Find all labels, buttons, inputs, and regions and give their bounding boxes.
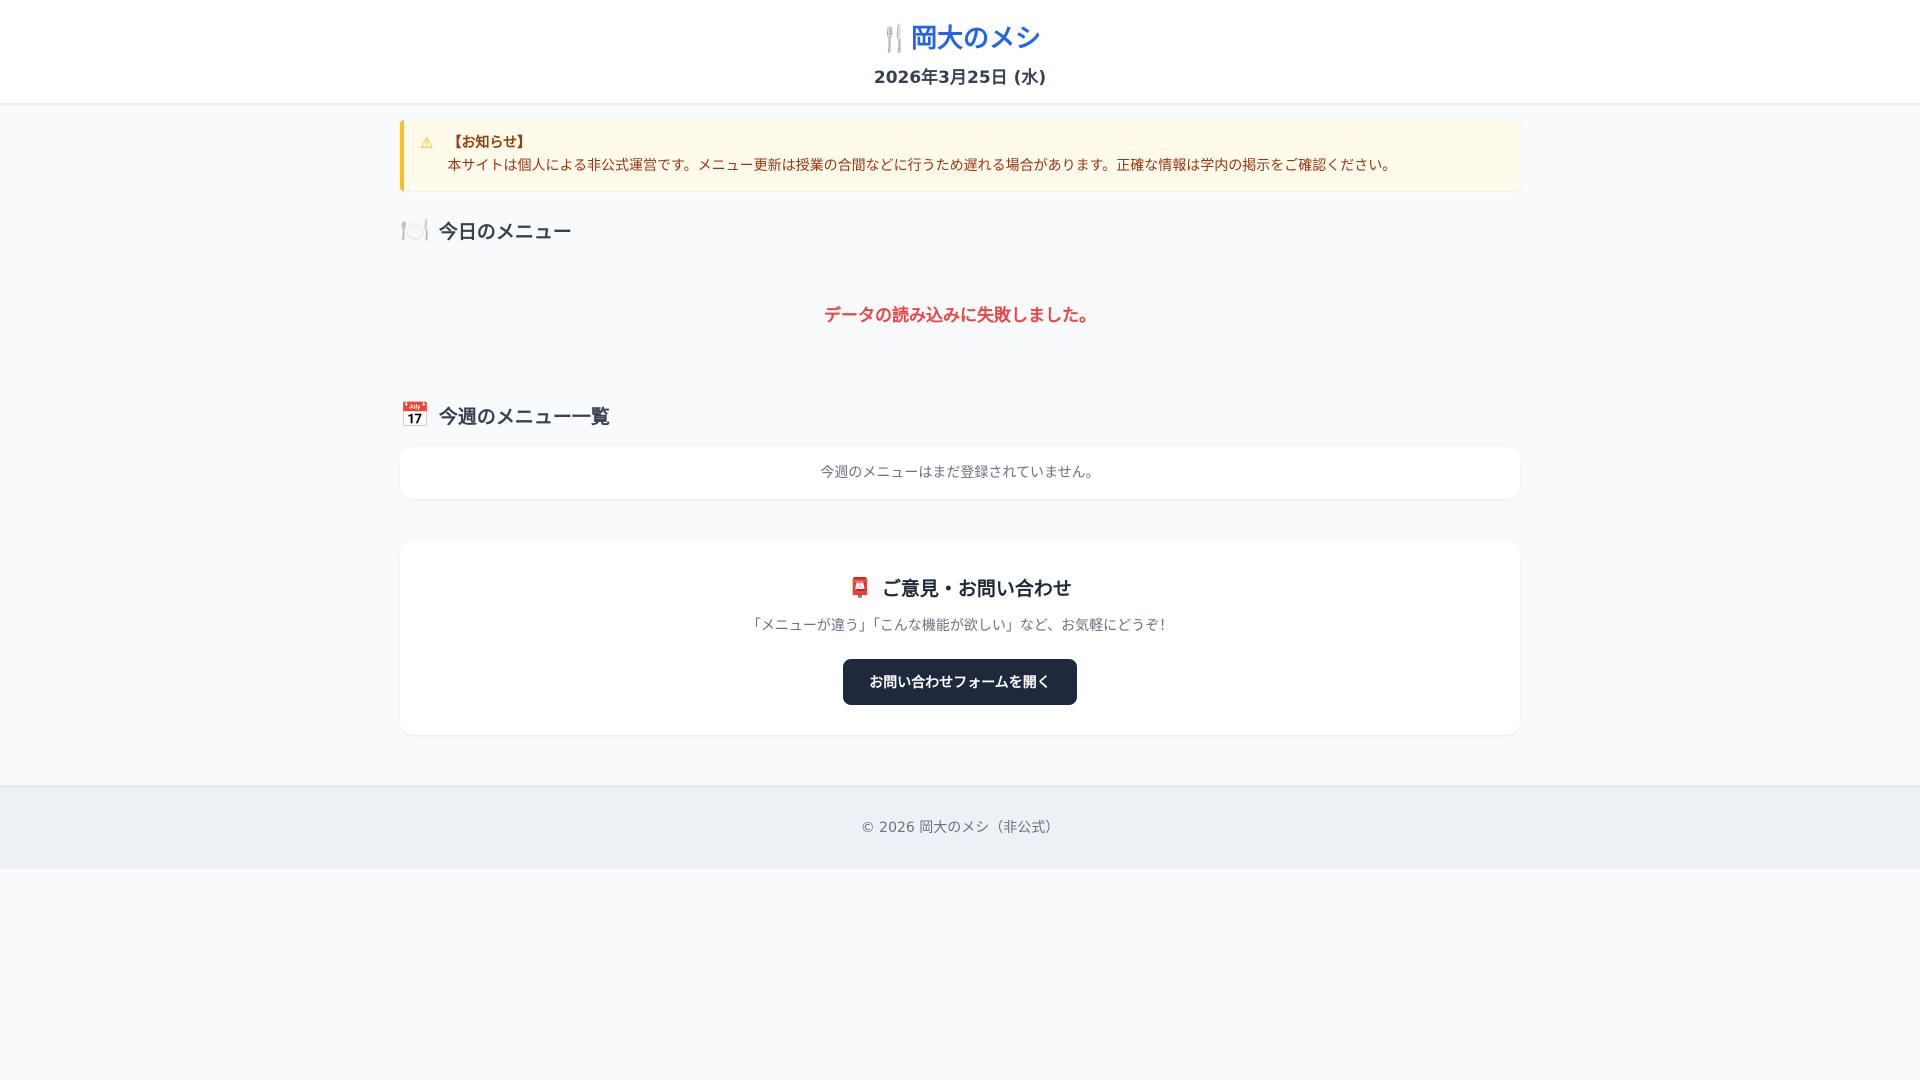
site-title[interactable]: 🍴岡大のメシ (0, 0, 1920, 56)
contact-heading: 📮 ご意見・お問い合わせ (400, 574, 1520, 601)
today-menu-heading-text: 今日のメニュー (438, 220, 572, 243)
notice-body: 本サイトは個人による非公式運営です。メニュー更新は授業の合間などに行うため遅れる… (447, 158, 1397, 174)
site-title-text: 岡大のメシ (911, 24, 1042, 54)
notice-title: 【お知らせ】 (447, 135, 532, 151)
week-menu-heading-text: 今週のメニュー一覧 (438, 405, 610, 428)
error-message: データの読み込みに失敗しました。 (824, 306, 1096, 326)
notice-banner: ⚠ 【お知らせ】 本サイトは個人による非公式運営です。メニュー更新は授業の合間な… (400, 120, 1520, 191)
calendar-icon: 📅 (400, 401, 430, 429)
postbox-icon: 📮 (848, 577, 872, 599)
warning-icon: ⚠ (420, 134, 434, 152)
open-contact-form-button[interactable]: お問い合わせフォームを開く (843, 659, 1077, 705)
plate-icon: 🍽️ (400, 216, 430, 244)
site-header: 🍴岡大のメシ 2026年3月25日 (水) (0, 0, 1920, 105)
contact-card: 📮 ご意見・お問い合わせ 「メニューが違う」「こんな機能が欲しい」など、お気軽にど… (400, 541, 1520, 735)
contact-heading-text: ご意見・お問い合わせ (881, 578, 1072, 600)
current-date: 2026年3月25日 (水) (873, 68, 1047, 88)
week-menu-heading: 📅 今週のメニュー一覧 (400, 401, 1520, 429)
copyright: © 2026 岡大のメシ（非公式） (860, 820, 1060, 836)
week-menu-empty: 今週のメニューはまだ登録されていません。 (400, 447, 1520, 499)
today-menu-heading: 🍽️ 今日のメニュー (400, 216, 1520, 244)
footer: © 2026 岡大のメシ（非公式） (0, 785, 1920, 869)
fork-knife-icon: 🍴 (878, 24, 912, 54)
contact-text: 「メニューが違う」「こんな機能が欲しい」など、お気軽にどうぞ！ (746, 618, 1174, 634)
